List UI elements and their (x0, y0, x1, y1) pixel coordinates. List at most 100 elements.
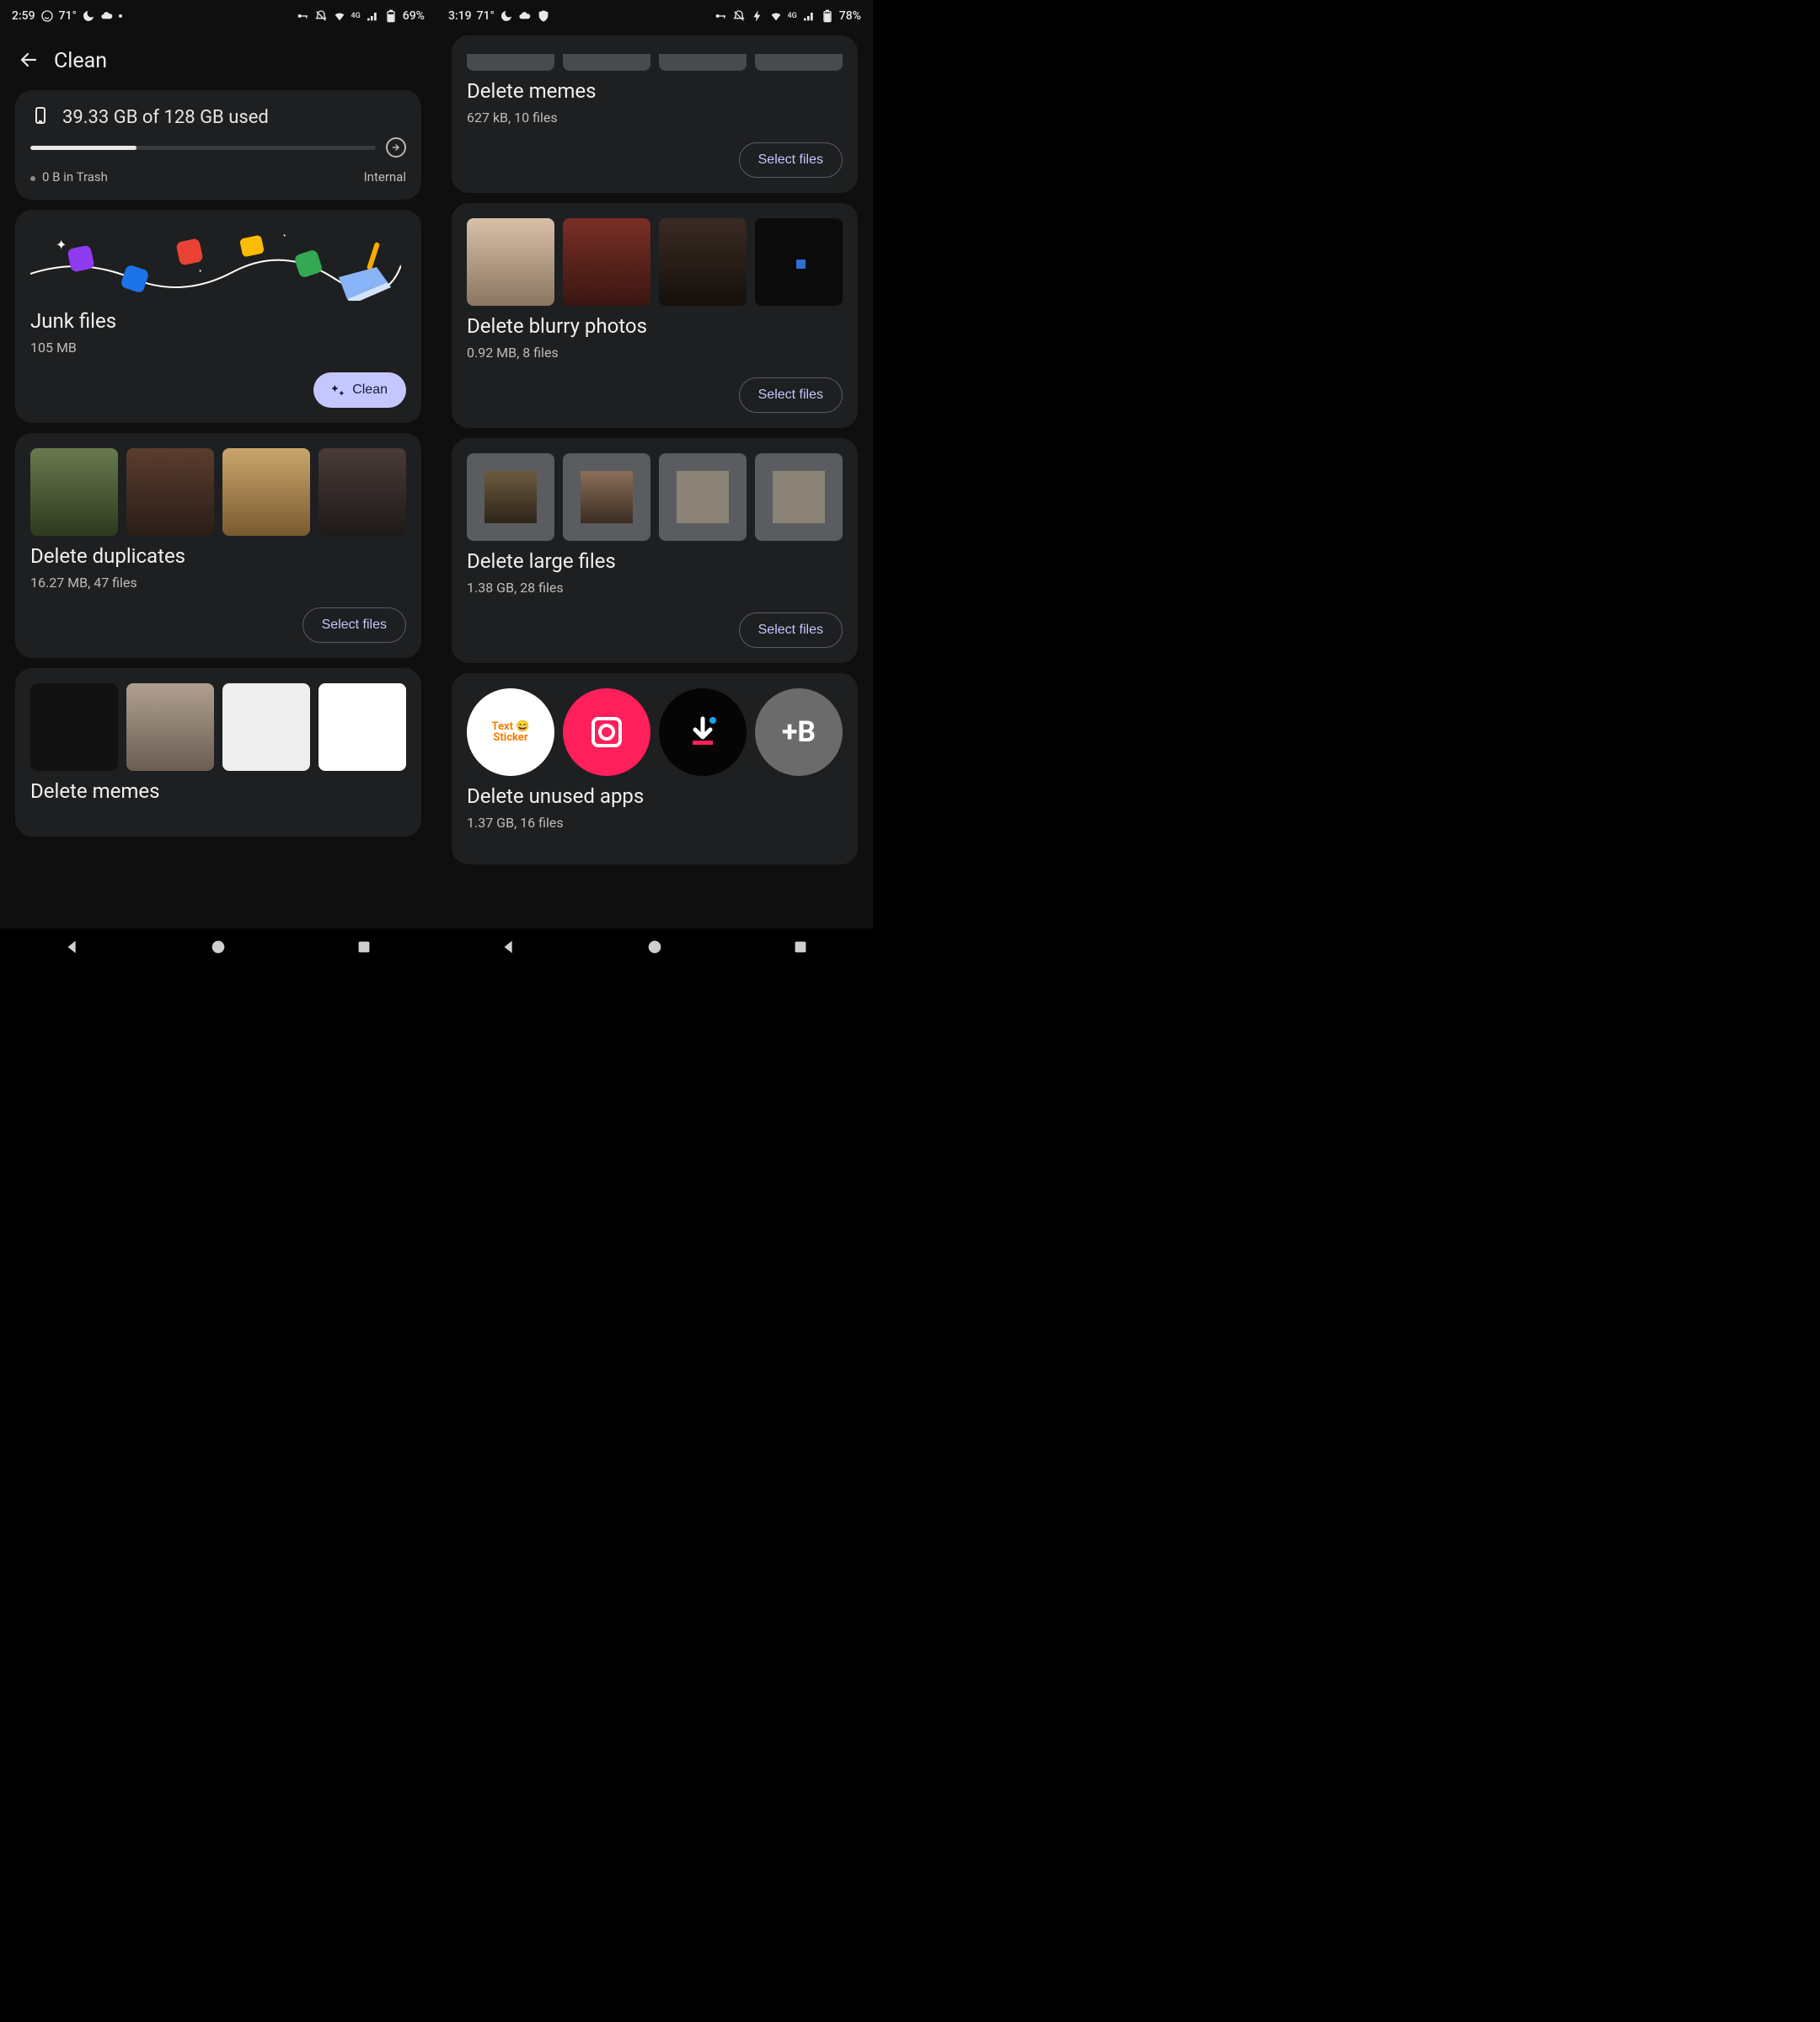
duplicates-sub: 16.27 MB, 47 files (30, 575, 406, 591)
nav-recent-icon[interactable] (791, 938, 810, 960)
memes-sub: 627 kB, 10 files (467, 110, 843, 126)
status-network: 4G (351, 12, 361, 20)
battery-icon (821, 9, 834, 23)
app-icon[interactable]: +B (755, 688, 843, 776)
blurry-card: Delete blurry photos 0.92 MB, 8 files Se… (452, 203, 858, 428)
duplicates-card: Delete duplicates 16.27 MB, 47 files Sel… (15, 433, 421, 658)
thumbnail[interactable] (30, 448, 118, 536)
memes-title: Delete memes (30, 779, 406, 803)
status-network: 4G (788, 12, 797, 20)
large-files-sub: 1.38 GB, 28 files (467, 580, 843, 596)
status-temperature: 71° (59, 9, 77, 23)
nav-home-icon[interactable] (209, 938, 228, 960)
status-battery: 78% (839, 9, 861, 23)
unused-apps-card: Text 😄Sticker +B Delete unused apps 1.37… (452, 673, 858, 864)
thumbnail[interactable] (467, 453, 554, 541)
app-icon[interactable]: Text 😄Sticker (467, 688, 554, 776)
shield-icon (537, 9, 550, 23)
system-navbar (0, 928, 436, 969)
status-time: 2:59 (12, 9, 35, 23)
key-icon (714, 9, 727, 23)
junk-files-card: ✦ • • Junk files 105 MB Clean (15, 210, 421, 423)
select-files-button[interactable]: Select files (739, 377, 843, 413)
select-files-button[interactable]: Select files (302, 607, 406, 643)
storage-used-text: 39.33 GB of 128 GB used (62, 107, 269, 128)
blurry-sub: 0.92 MB, 8 files (467, 345, 843, 361)
key-icon (296, 9, 309, 23)
thumbnail[interactable] (126, 448, 214, 536)
wifi-icon (769, 9, 783, 23)
thumbnail[interactable] (30, 683, 118, 771)
status-temperature: 71° (477, 9, 495, 23)
app-icon[interactable] (659, 688, 747, 776)
nav-back-icon[interactable] (500, 938, 518, 960)
dustpan-icon (330, 242, 398, 301)
status-battery: 69% (403, 9, 425, 23)
memes-card: Delete memes 627 kB, 10 files Select fil… (452, 35, 858, 193)
cloud-icon (518, 9, 532, 23)
blurry-title: Delete blurry photos (467, 314, 843, 338)
thumbnail[interactable] (467, 218, 554, 306)
phone-right: 3:19 71° 4G 78% (436, 0, 873, 969)
page-title: Clean (54, 49, 107, 73)
thumbnail[interactable] (755, 54, 843, 71)
select-files-button[interactable]: Select files (739, 612, 843, 648)
mute-icon (732, 9, 746, 23)
thumbnail[interactable] (318, 683, 406, 771)
large-files-card: Delete large files 1.38 GB, 28 files Sel… (452, 438, 858, 663)
duplicates-title: Delete duplicates (30, 544, 406, 568)
bolt-icon (751, 9, 764, 23)
battery-icon (384, 9, 398, 23)
app-header: Clean (0, 32, 436, 90)
thumbnail[interactable] (755, 453, 843, 541)
junk-illustration: ✦ • • (30, 225, 406, 301)
thumbnail[interactable] (467, 54, 554, 71)
signal-icon (802, 9, 816, 23)
cloud-icon (100, 9, 114, 23)
trash-size: 0 B in Trash (30, 169, 108, 185)
thumbnail[interactable] (659, 218, 747, 306)
app-icon[interactable] (563, 688, 650, 776)
status-time: 3:19 (448, 9, 472, 23)
thumbnail[interactable] (659, 54, 747, 71)
unused-apps-sub: 1.37 GB, 16 files (467, 815, 843, 831)
thumbnail[interactable] (563, 54, 650, 71)
junk-title: Junk files (30, 309, 406, 333)
thumbnail[interactable] (659, 453, 747, 541)
select-files-button[interactable]: Select files (739, 142, 843, 178)
mute-icon (314, 9, 328, 23)
memes-title: Delete memes (467, 79, 843, 103)
storage-progress (30, 146, 376, 150)
thumbnail[interactable] (126, 683, 214, 771)
large-files-title: Delete large files (467, 549, 843, 573)
nav-home-icon[interactable] (645, 938, 664, 960)
nav-back-icon[interactable] (63, 938, 82, 960)
clean-button[interactable]: Clean (313, 372, 406, 408)
thumbnail[interactable] (755, 218, 843, 306)
thumbnail[interactable] (222, 683, 310, 771)
memes-card-teaser: Delete memes (15, 668, 421, 837)
wifi-icon (333, 9, 346, 23)
phone-left: 2:59 71° 4G 69% (0, 0, 436, 969)
nav-recent-icon[interactable] (355, 938, 373, 960)
thumbnail[interactable] (318, 448, 406, 536)
signal-icon (366, 9, 379, 23)
moon-icon (500, 9, 513, 23)
arrow-circle-right-icon[interactable] (386, 137, 406, 158)
moon-icon (82, 9, 95, 23)
thumbnail[interactable] (222, 448, 310, 536)
device-icon (30, 105, 51, 129)
thumbnail[interactable] (563, 453, 650, 541)
clean-button-label: Clean (352, 382, 388, 398)
storage-card[interactable]: 39.33 GB of 128 GB used 0 B in Trash Int… (15, 90, 421, 200)
back-icon[interactable] (19, 50, 39, 73)
status-dot (119, 14, 122, 18)
whatsapp-icon (40, 9, 54, 23)
status-bar: 2:59 71° 4G 69% (0, 0, 436, 32)
system-navbar (436, 928, 873, 969)
junk-size: 105 MB (30, 340, 406, 356)
status-bar: 3:19 71° 4G 78% (436, 0, 873, 32)
unused-apps-title: Delete unused apps (467, 784, 843, 808)
thumbnail[interactable] (563, 218, 650, 306)
storage-location: Internal (364, 169, 406, 185)
